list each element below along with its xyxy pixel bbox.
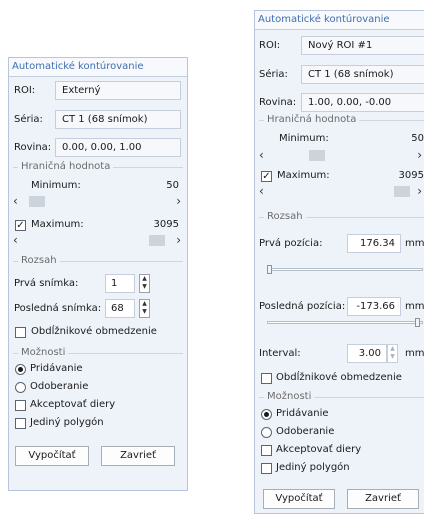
moznosti-group-label: Možnosti [264,391,315,402]
prva-pozicia-slider-thumb[interactable] [267,265,272,274]
spin-down-icon[interactable]: ▼ [388,353,397,361]
interval-input[interactable]: 3.00 [347,344,387,363]
prva-snimka-label: Prvá snímka: [14,278,79,289]
jediny-label: Jediný polygón [276,462,350,473]
auto-contouring-panel-right: Automatické kontúrovanie ROI: Nový ROI #… [254,10,424,514]
minimum-scroll-right-icon[interactable]: › [417,149,422,161]
akcept-checkbox[interactable] [15,400,26,411]
spin-up-icon[interactable]: ▲ [388,345,397,353]
maximum-label: Maximum: [277,170,330,181]
minimum-scroll-left-icon[interactable]: ‹ [259,149,264,161]
auto-contouring-panel-left: Automatické kontúrovanie ROI: Externý Sé… [8,57,188,491]
moznosti-group-label: Možnosti [18,347,69,358]
rovina-field: 1.00, 0.00, -0.00 [301,93,424,112]
roi-field: Externý [55,81,181,100]
hranicna-group-label: Hraničná hodnota [264,114,360,125]
odoberanie-radio[interactable] [15,382,26,393]
akcept-checkbox[interactable] [261,445,272,456]
prva-pozicia-input[interactable]: 176.34 [347,234,401,253]
zavriet-button[interactable]: Zavrieť [101,446,175,466]
pridavanie-radio[interactable] [261,409,272,420]
posledna-pozicia-track[interactable] [267,321,423,324]
roi-field: Nový ROI #1 [301,36,424,55]
interval-stepper[interactable]: ▲ ▼ [387,344,398,363]
interval-label: Interval: [259,348,301,359]
obdlz-checkbox[interactable] [261,373,272,384]
prva-snimka-stepper[interactable]: ▲ ▼ [139,274,150,293]
prva-snimka-input[interactable]: 1 [105,274,135,293]
rovina-label: Rovina: [259,97,297,108]
maximum-scroll-left-icon[interactable]: ‹ [13,234,18,246]
jediny-checkbox[interactable] [261,463,272,474]
minimum-label: Minimum: [279,133,329,144]
obdlz-label: Obdĺžnikové obmedzenie [31,326,157,337]
posledna-pozicia-input[interactable]: -173.66 [347,297,401,316]
prva-pozicia-track[interactable] [267,268,423,271]
posledna-snimka-label: Posledná snímka: [14,303,102,314]
posledna-snimka-stepper[interactable]: ▲ ▼ [139,299,150,318]
interval-unit: mm [405,348,424,359]
prva-pozicia-unit: mm [405,238,424,249]
seria-label: Séria: [259,69,288,80]
rovina-field: 0.00, 0.00, 1.00 [55,138,181,157]
pridavanie-label: Pridávanie [276,408,329,419]
maximum-checkbox[interactable]: ✓ [261,171,272,182]
obdlz-label: Obdĺžnikové obmedzenie [276,372,402,383]
vypocitat-button[interactable]: Vypočítať [263,489,335,509]
maximum-value: 3095 [153,219,179,230]
akcept-label: Akceptovať diery [276,444,362,455]
maximum-scroll-right-icon[interactable]: › [417,185,422,197]
spin-up-icon[interactable]: ▲ [140,275,149,283]
maximum-label: Maximum: [31,219,84,230]
spin-up-icon[interactable]: ▲ [140,300,149,308]
minimum-value: 50 [411,133,424,144]
rozsah-group-label: Rozsah [18,255,60,266]
maximum-value: 3095 [398,170,424,181]
minimum-scroll-right-icon[interactable]: › [176,195,181,207]
check-icon: ✓ [262,171,271,182]
spin-down-icon[interactable]: ▼ [140,283,149,291]
pridavanie-label: Pridávanie [30,363,83,374]
maximum-checkbox[interactable]: ✓ [15,220,26,231]
jediny-checkbox[interactable] [15,418,26,429]
prva-pozicia-label: Prvá pozícia: [259,238,323,249]
minimum-scroll-thumb[interactable] [309,150,325,161]
seria-field: CT 1 (68 snímok) [301,65,424,84]
odoberanie-radio[interactable] [261,427,272,438]
roi-label: ROI: [14,85,36,96]
maximum-scroll-thumb[interactable] [149,235,165,246]
maximum-scroll-right-icon[interactable]: › [176,234,181,246]
jediny-label: Jediný polygón [30,417,104,428]
odoberanie-label: Odoberanie [30,381,89,392]
posledna-pozicia-unit: mm [405,301,424,312]
pridavanie-radio[interactable] [15,364,26,375]
minimum-scroll-left-icon[interactable]: ‹ [13,195,18,207]
maximum-scroll-left-icon[interactable]: ‹ [259,185,264,197]
posledna-snimka-input[interactable]: 68 [105,299,135,318]
posledna-pozicia-slider-thumb[interactable] [415,318,420,327]
minimum-value: 50 [166,180,179,191]
seria-field: CT 1 (68 snímok) [55,110,181,129]
posledna-pozicia-label: Posledná pozícia: [259,301,346,312]
roi-label: ROI: [259,40,281,51]
akcept-label: Akceptovať diery [30,399,116,410]
obdlz-checkbox[interactable] [15,327,26,338]
vypocitat-button[interactable]: Vypočítať [15,446,89,466]
rozsah-group-label: Rozsah [264,211,306,222]
minimum-scroll-thumb[interactable] [29,196,45,207]
hranicna-group-label: Hraničná hodnota [18,161,114,172]
panel-title: Automatické kontúrovanie [255,11,424,30]
odoberanie-label: Odoberanie [276,426,335,437]
maximum-scroll-thumb[interactable] [394,186,410,197]
spin-down-icon[interactable]: ▼ [140,308,149,316]
zavriet-button[interactable]: Zavrieť [347,489,419,509]
check-icon: ✓ [16,220,25,231]
minimum-label: Minimum: [31,180,81,191]
rovina-label: Rovina: [14,142,52,153]
seria-label: Séria: [14,114,43,125]
panel-title: Automatické kontúrovanie [9,58,187,77]
